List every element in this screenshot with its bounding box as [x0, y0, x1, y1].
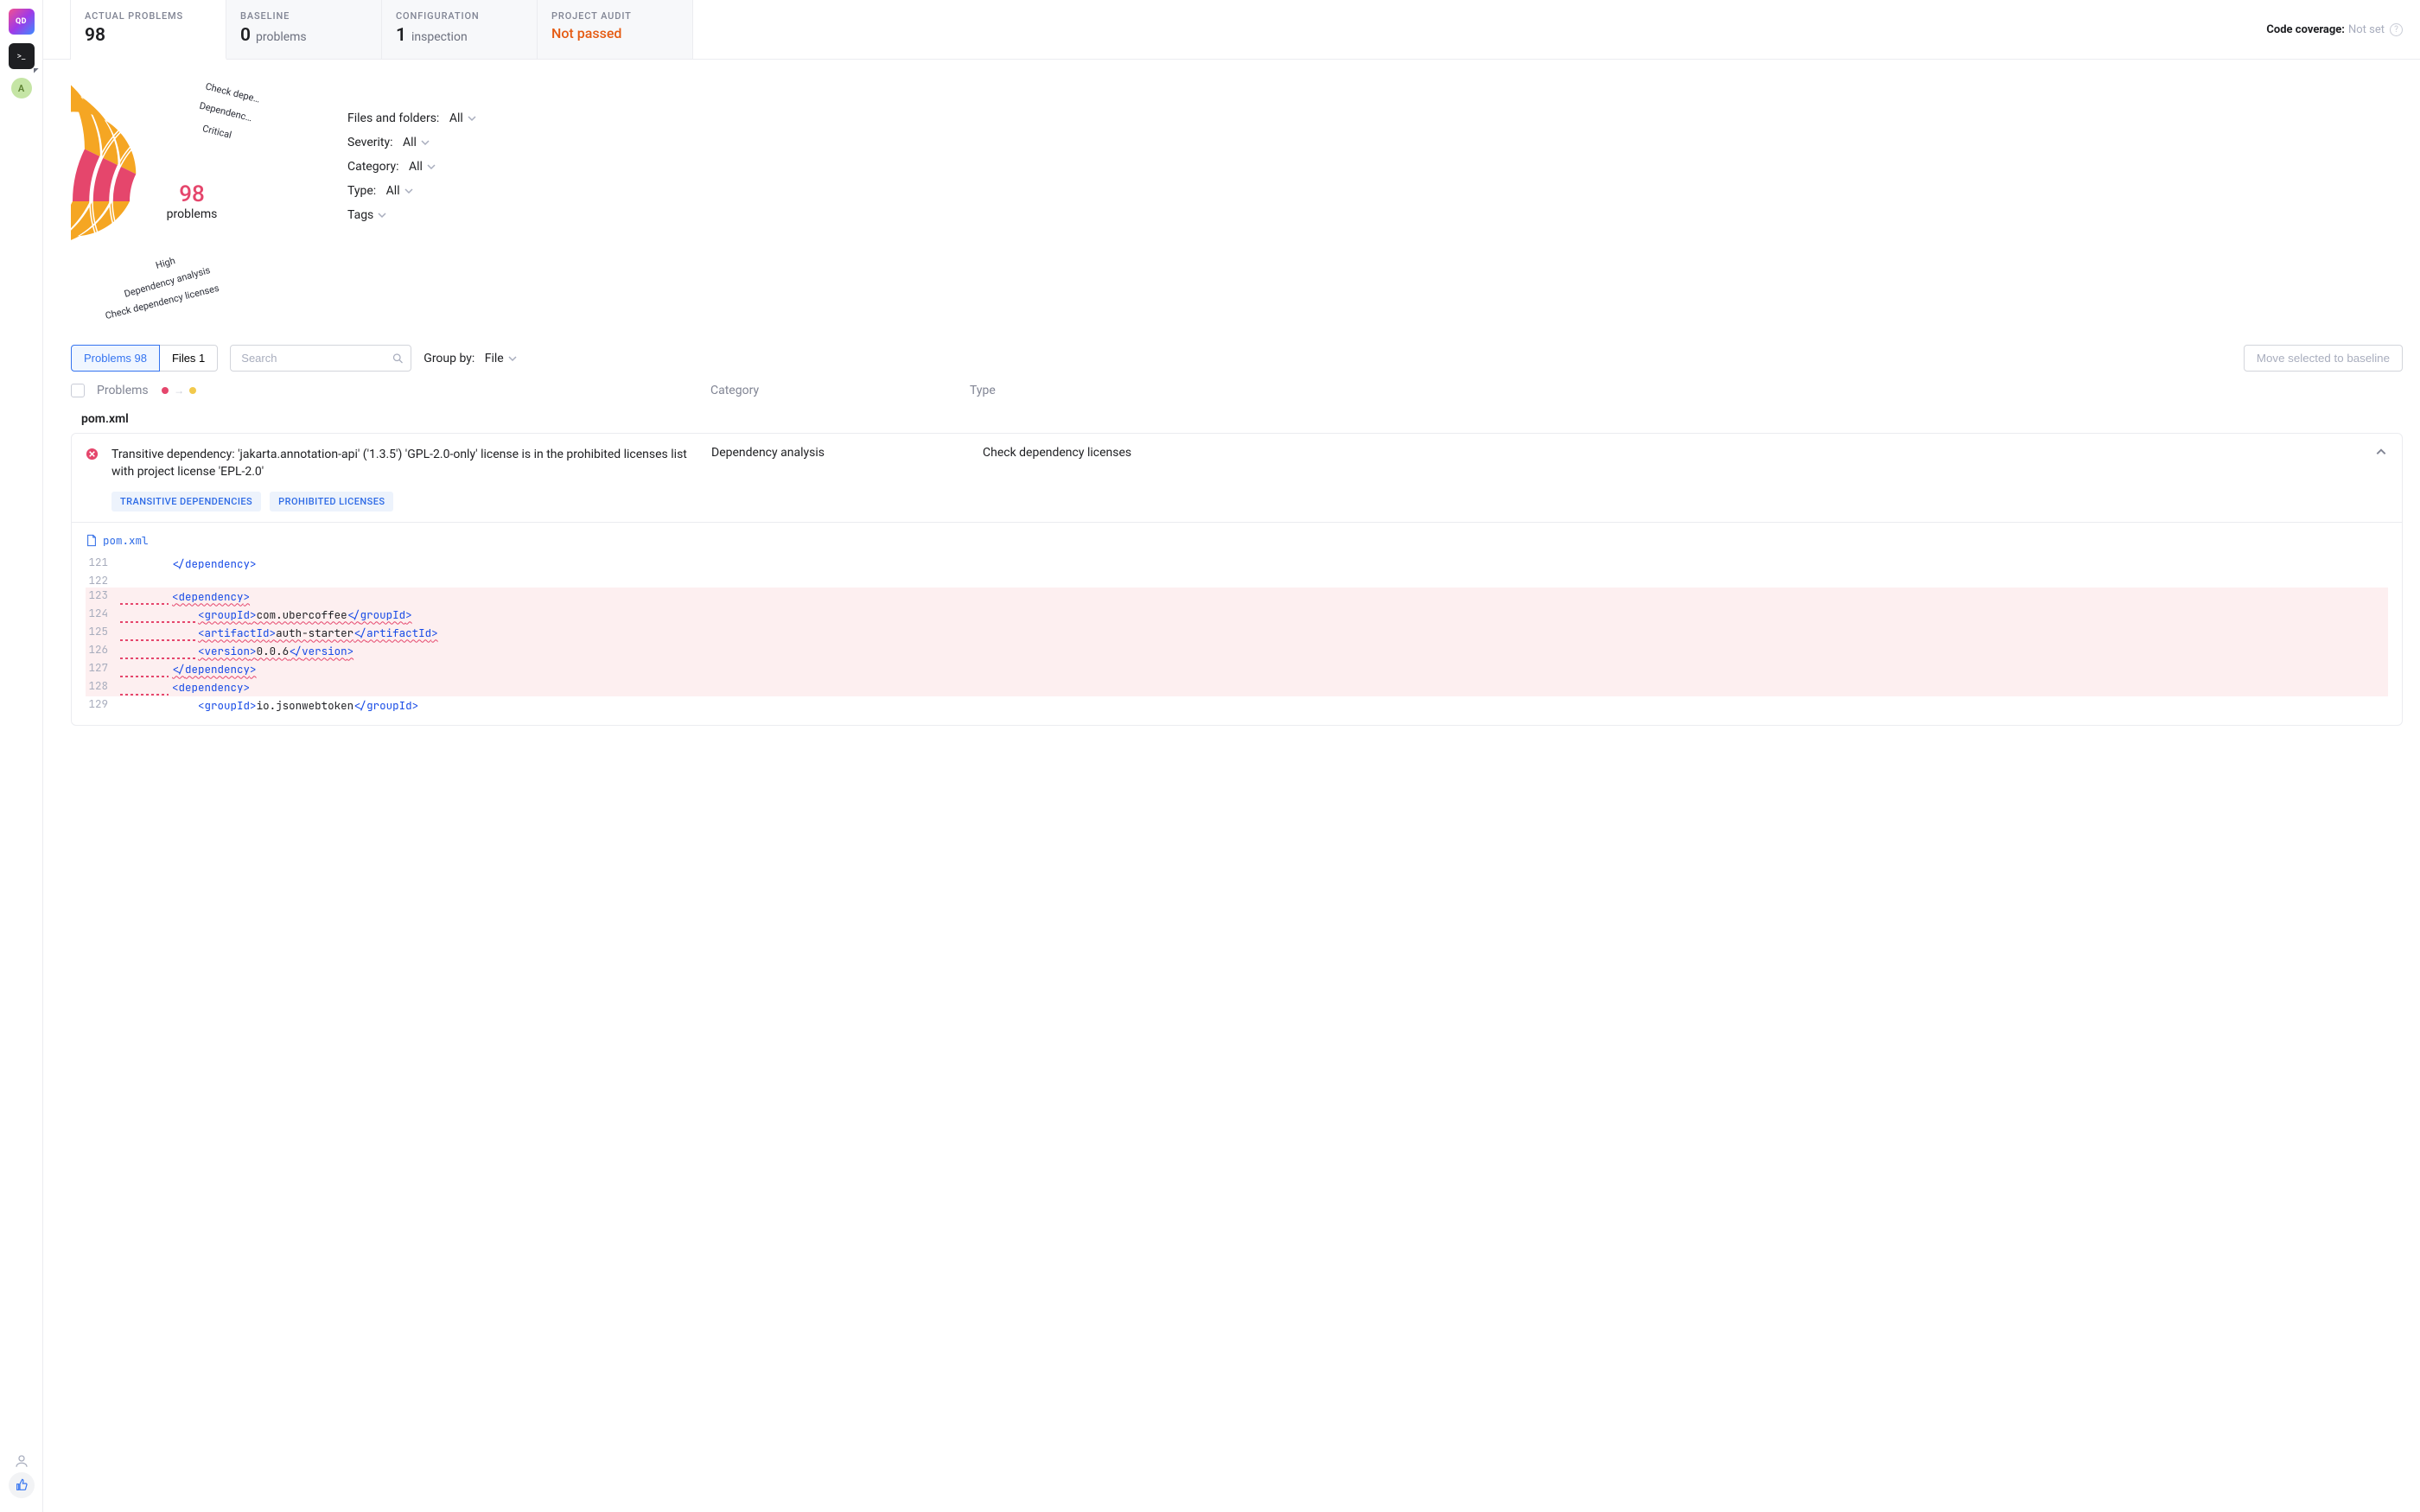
table-header: Problems → Category Type — [71, 372, 2403, 407]
chevron-down-icon — [426, 162, 436, 172]
tag-chip[interactable]: PROHIBITED LICENSES — [270, 492, 393, 511]
filter-severity[interactable]: Severity: All — [347, 136, 477, 149]
problem-category: Dependency analysis — [711, 446, 971, 481]
code-coverage-value: Not set — [2348, 23, 2385, 36]
groupby-value: File — [485, 352, 504, 365]
tab-value: Not passed — [551, 25, 661, 41]
terminal-glyph: >_ — [17, 52, 26, 61]
groupby-label: Group by: — [424, 352, 474, 365]
code-line: 128 <dependency> — [86, 678, 2388, 696]
filter-label: Tags — [347, 208, 373, 222]
qodana-icon[interactable]: QD — [9, 9, 35, 35]
filter-value: All — [403, 136, 417, 149]
view-segment: Problems 98 Files 1 — [71, 345, 218, 372]
problem-row[interactable]: Transitive dependency: 'jakarta.annotati… — [72, 434, 2402, 492]
tab-actual-problems[interactable]: ACTUAL PROBLEMS 98 — [71, 0, 226, 60]
search-icon — [392, 352, 404, 365]
filter-label: Category: — [347, 160, 398, 174]
feedback-button[interactable] — [9, 1472, 35, 1498]
filter-category[interactable]: Category: All — [347, 160, 477, 174]
col-category: Category — [710, 384, 970, 397]
code-coverage-label: Code coverage: — [2266, 23, 2345, 36]
filter-value: All — [409, 160, 423, 174]
select-all-checkbox[interactable] — [71, 384, 85, 397]
help-icon[interactable]: ? — [2390, 23, 2403, 36]
col-problems: Problems — [97, 384, 149, 397]
tab-label: CONFIGURATION — [396, 10, 506, 22]
code-line: 126 <version>0.0.6</version> — [86, 642, 2388, 660]
file-link[interactable]: pom.xml — [86, 533, 2388, 548]
sunburst-count: 98 — [179, 181, 205, 207]
sunburst-count-label: problems — [167, 207, 218, 221]
code-line: 129 <groupId>io.jsonwebtoken</groupId> — [86, 696, 2388, 715]
severity-dot-critical-icon — [162, 387, 169, 394]
tab-value: 0 — [240, 25, 251, 46]
problem-type: Check dependency licenses — [983, 446, 1131, 460]
code-line: 124 <groupId>com.ubercoffee</groupId> — [86, 606, 2388, 624]
problem-card: Transitive dependency: 'jakarta.annotati… — [71, 433, 2403, 726]
code-line: 125 <artifactId>auth-starter</artifactId… — [86, 624, 2388, 642]
filter-label: Type: — [347, 184, 376, 198]
tab-strip: ACTUAL PROBLEMS 98 BASELINE 0 problems CO… — [43, 0, 2420, 60]
move-to-baseline-button[interactable]: Move selected to baseline — [2244, 345, 2403, 372]
qodana-icon-label: QD — [16, 17, 27, 26]
tab-label: PROJECT AUDIT — [551, 10, 661, 22]
file-link-text: pom.xml — [103, 533, 149, 548]
file-icon — [86, 534, 98, 547]
code-line: 121 </dependency> — [86, 555, 2388, 573]
tab-value: 1 — [396, 25, 406, 46]
filter-value: All — [386, 184, 400, 198]
tab-project-audit[interactable]: PROJECT AUDIT Not passed — [538, 0, 693, 59]
tag-chip[interactable]: TRANSITIVE DEPENDENCIES — [111, 492, 261, 511]
chevron-up-icon[interactable] — [2374, 446, 2388, 458]
tab-unit: inspection — [411, 30, 468, 44]
code-line: 127 </dependency> — [86, 660, 2388, 678]
tab-label: BASELINE — [240, 10, 350, 22]
filter-type[interactable]: Type: All — [347, 184, 477, 198]
terminal-icon[interactable]: >_ — [9, 43, 35, 69]
filter-label: Files and folders: — [347, 111, 439, 125]
error-icon — [86, 448, 99, 481]
severity-dot-warning-icon — [189, 387, 196, 394]
code-panel: pom.xml 121 </dependency>122123 <depende… — [72, 522, 2402, 725]
filter-label: Severity: — [347, 136, 393, 149]
filter-files-folders[interactable]: Files and folders: All — [347, 111, 477, 125]
chevron-down-icon — [377, 210, 387, 220]
avatar-initial: A — [18, 83, 24, 94]
search-input[interactable] — [230, 345, 411, 372]
tab-configuration[interactable]: CONFIGURATION 1 inspection — [382, 0, 538, 59]
sunburst-center: 98 problems — [71, 80, 313, 322]
code-line: 122 — [86, 573, 2388, 588]
group-by-dropdown[interactable]: Group by: File — [424, 352, 517, 365]
chevron-down-icon — [420, 137, 430, 148]
avatar[interactable]: A — [11, 78, 32, 98]
arrow-icon: → — [174, 384, 184, 397]
code-block: 121 </dependency>122123 <dependency>124 … — [86, 555, 2388, 715]
filter-tags[interactable]: Tags — [347, 208, 477, 222]
tab-unit: problems — [256, 30, 307, 44]
chevron-down-icon — [404, 186, 414, 196]
tab-baseline[interactable]: BASELINE 0 problems — [226, 0, 382, 59]
col-type: Type — [970, 384, 2403, 397]
file-group-heading: pom.xml — [81, 412, 2403, 426]
tab-value: 98 — [85, 25, 105, 46]
segment-problems[interactable]: Problems 98 — [71, 345, 160, 372]
tab-label: ACTUAL PROBLEMS — [85, 10, 194, 22]
problem-tags: TRANSITIVE DEPENDENCIES PROHIBITED LICEN… — [72, 492, 2402, 522]
sunburst-chart[interactable]: 98 problems Check depe… Dependenc… Criti… — [71, 80, 313, 322]
thumbs-up-icon — [15, 1478, 29, 1492]
chevron-down-icon — [467, 113, 477, 124]
chevron-down-icon — [507, 353, 518, 364]
user-outline-icon[interactable] — [14, 1453, 29, 1469]
problem-title: Transitive dependency: 'jakarta.annotati… — [111, 446, 699, 481]
segment-files[interactable]: Files 1 — [159, 345, 218, 372]
filter-value: All — [449, 111, 463, 125]
code-line: 123 <dependency> — [86, 588, 2388, 606]
